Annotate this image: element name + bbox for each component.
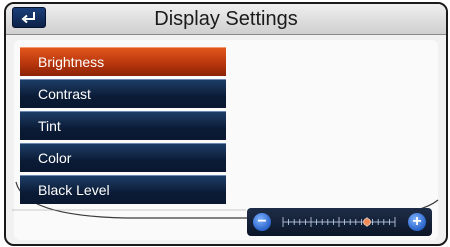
menu-item-label: Color: [38, 150, 72, 166]
slider-handle: [363, 218, 371, 226]
menu-item-label: Tint: [38, 118, 61, 134]
menu-item-contrast[interactable]: Contrast: [20, 79, 226, 108]
display-settings-screen: Display Settings Brightness Contrast Tin…: [4, 2, 448, 246]
plus-icon: +: [412, 213, 422, 230]
minus-icon: −: [257, 213, 267, 230]
slider-track[interactable]: [279, 214, 399, 230]
increase-button[interactable]: +: [408, 213, 426, 231]
menu-item-color[interactable]: Color: [20, 143, 226, 172]
menu-item-tint[interactable]: Tint: [20, 111, 226, 140]
menu-item-label: Brightness: [38, 54, 105, 70]
settings-menu: Brightness Contrast Tint Color Black Lev…: [20, 47, 226, 207]
menu-item-label: Contrast: [38, 86, 91, 102]
decrease-button[interactable]: −: [253, 213, 271, 231]
menu-item-brightness[interactable]: Brightness: [20, 47, 226, 76]
menu-item-label: Black Level: [38, 182, 110, 198]
menu-item-black-level[interactable]: Black Level: [20, 175, 226, 204]
brightness-slider: − +: [247, 208, 432, 236]
